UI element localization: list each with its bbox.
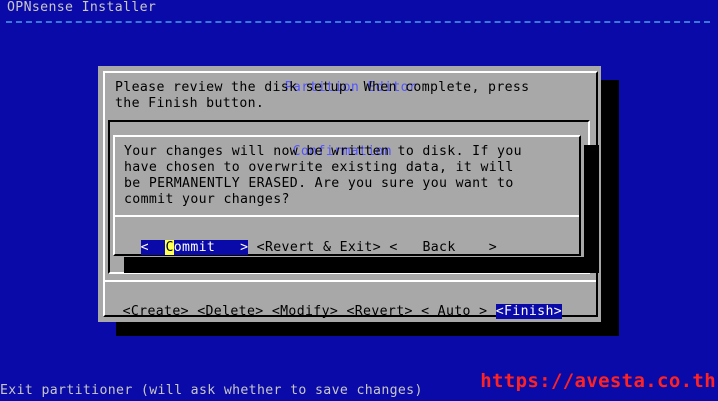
status-bar: Exit partitioner (will ask whether to sa… (0, 383, 423, 398)
watermark: https://avesta.co.th (480, 370, 716, 392)
confirmation-line2: have chosen to overwrite existing data, … (124, 160, 514, 175)
partition-editor-message-line2: the Finish button. (115, 96, 265, 111)
confirmation-line3: be PERMANENTLY ERASED. Are you sure you … (124, 176, 514, 191)
modify-button[interactable]: <Modify> (272, 304, 338, 319)
commit-button[interactable]: < Commit > (140, 240, 249, 255)
title-divider (6, 21, 710, 23)
auto-button[interactable]: < Auto > (421, 304, 487, 319)
back-button[interactable]: < Back > (389, 240, 497, 255)
confirmation-line1: Your changes will now be written to disk… (124, 144, 522, 159)
installer-title: OPNsense Installer (7, 0, 157, 15)
delete-button[interactable]: <Delete> (197, 304, 263, 319)
confirmation-line4: commit your changes? (124, 192, 290, 207)
revert-exit-button[interactable]: <Revert & Exit> (257, 240, 381, 255)
partition-editor-message-line1: Please review the disk setup. When compl… (115, 80, 530, 95)
create-button[interactable]: <Create> (123, 304, 189, 319)
revert-button[interactable]: <Revert> (346, 304, 412, 319)
confirmation-divider (113, 215, 579, 217)
commit-button-rest: ommit > (173, 240, 249, 255)
commit-button-left: < (140, 240, 166, 255)
finish-button[interactable]: <Finish> (495, 304, 563, 319)
partition-editor-divider (103, 280, 596, 282)
commit-hotkey: C (165, 240, 174, 255)
